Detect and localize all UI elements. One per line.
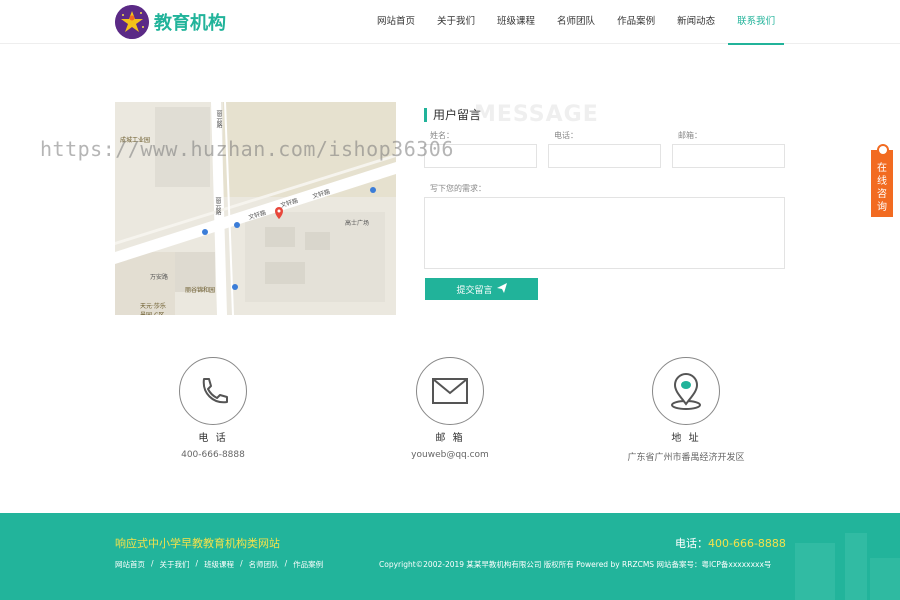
footer-link-courses[interactable]: 班级课程 — [204, 559, 234, 570]
contact-value: 400-666-8888 — [181, 450, 245, 460]
online-consult-button[interactable]: 在线咨询 — [871, 144, 893, 217]
map-label: 丽云路 — [215, 110, 222, 128]
footer-decoration — [795, 533, 900, 600]
nav-works[interactable]: 作品案例 — [606, 0, 666, 44]
map-label: 天元·莎乐 景园-C区 — [140, 303, 166, 315]
phone-field[interactable] — [548, 144, 661, 168]
nav-news[interactable]: 新闻动态 — [666, 0, 726, 44]
contact-email: 邮 箱 youweb@qq.com — [370, 357, 530, 460]
phone-icon — [179, 357, 247, 425]
copyright: Copyright©2002-2019 某某早教机构有限公司 版权所有 Powe… — [379, 560, 772, 569]
contact-title: 电 话 — [198, 433, 228, 444]
message-textarea[interactable] — [424, 197, 785, 269]
contact-title: 地 址 — [671, 433, 701, 444]
form-watermark: MESSAGE — [474, 102, 599, 127]
footer-links: 网站首页 / 关于我们 / 班级课程 / 名师团队 / 作品案例 — [115, 559, 324, 570]
logo-text: 教育机构 — [154, 13, 226, 34]
online-consult-label: 在线咨询 — [877, 163, 887, 213]
email-label: 邮箱： — [678, 131, 702, 140]
footer-link-home[interactable]: 网站首页 — [115, 559, 145, 570]
footer-phone-label: 电话： — [675, 537, 708, 550]
phone-label: 电话： — [554, 131, 578, 140]
send-icon — [496, 282, 507, 296]
nav-teachers[interactable]: 名师团队 — [546, 0, 606, 44]
contact-title: 邮 箱 — [435, 433, 465, 444]
footer-link-works[interactable]: 作品案例 — [293, 559, 323, 570]
email-field[interactable] — [672, 144, 785, 168]
nav-home[interactable]: 网站首页 — [366, 0, 426, 44]
contact-phone: 电 话 400-666-8888 — [133, 357, 293, 460]
chat-icon — [877, 144, 889, 156]
footer-phone: 电话：400-666-8888 — [675, 535, 786, 551]
contact-address: 地 址 广东省广州市番禺经济开发区 — [606, 357, 766, 463]
map-label: 高士广场 — [345, 220, 370, 227]
footer-title: 响应式中小学早教教育机构类网站 — [115, 537, 280, 550]
form-title: 用户留言 — [424, 108, 481, 122]
message-form: MESSAGE 用户留言 姓名： 电话： 邮箱： 写下您的需求： 提交留言 — [424, 102, 786, 302]
footer-phone-value: 400-666-8888 — [708, 537, 786, 550]
logo[interactable]: 教育机构 — [115, 5, 226, 39]
map-label: 丽谷锦和园 — [185, 287, 216, 294]
map-graphic — [115, 102, 396, 315]
contact-value: 广东省广州市番禺经济开发区 — [627, 453, 745, 463]
main-nav: 网站首页 关于我们 班级课程 名师团队 作品案例 新闻动态 联系我们 — [366, 0, 786, 45]
submit-button[interactable]: 提交留言 — [425, 278, 538, 300]
map-label: 丽云路 — [214, 197, 221, 215]
mail-icon — [416, 357, 484, 425]
submit-label: 提交留言 — [456, 285, 493, 296]
footer-link-teachers[interactable]: 名师团队 — [249, 559, 279, 570]
nav-contact[interactable]: 联系我们 — [726, 0, 786, 45]
site-footer: 响应式中小学早教教育机构类网站 电话：400-666-8888 网站首页 / 关于… — [0, 513, 900, 600]
location-map[interactable]: 成城工业园 丽云路 文轩路 文轩路 文轩路 丽云路 丽谷锦和园 天元·莎乐 景园… — [115, 102, 396, 315]
logo-star-icon — [115, 5, 149, 39]
map-label: 万安路 — [150, 274, 169, 281]
overlay-watermark: https://www.huzhan.com/ishop36306 — [40, 137, 454, 161]
nav-about[interactable]: 关于我们 — [426, 0, 486, 44]
nav-courses[interactable]: 班级课程 — [486, 0, 546, 44]
contact-value: youweb@qq.com — [411, 450, 489, 460]
site-header: 教育机构 网站首页 关于我们 班级课程 名师团队 作品案例 新闻动态 联系我们 — [0, 0, 900, 45]
location-icon — [652, 357, 720, 425]
footer-link-about[interactable]: 关于我们 — [160, 559, 190, 570]
message-label: 写下您的需求： — [430, 184, 486, 193]
